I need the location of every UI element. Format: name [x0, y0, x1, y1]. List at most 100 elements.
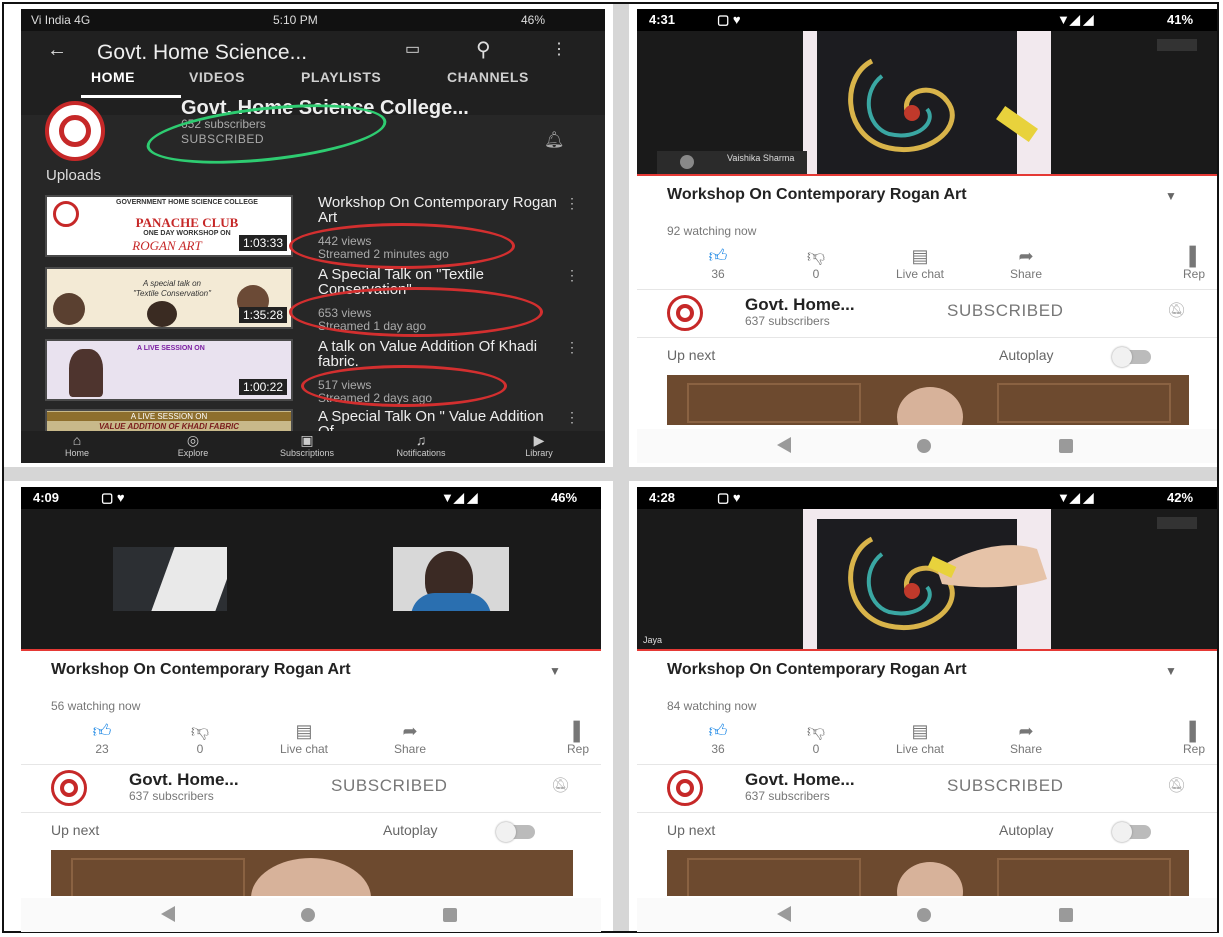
expand-description-icon[interactable]: ▼ [549, 664, 561, 678]
video-thumbnail[interactable]: A LIVE SESSION ON 1:00:22 [45, 339, 293, 401]
nav-notifications[interactable]: ♫ Notifications [381, 432, 461, 458]
share-button[interactable]: ➦ Share [993, 720, 1059, 756]
video-list-item[interactable]: A LIVE SESSION ON VALUE ADDITION OF KHAD… [45, 409, 585, 431]
report-label: Rep [1183, 742, 1206, 756]
more-menu-icon[interactable]: ⋮ [565, 195, 579, 212]
like-button[interactable]: 👍︎ 36 [685, 720, 751, 756]
report-button[interactable]: ▐ Rep [567, 720, 601, 756]
status-icons: ▢ ♥ [717, 12, 741, 27]
autoplay-label: Autoplay [383, 822, 438, 838]
video-player[interactable] [21, 509, 601, 649]
share-button[interactable]: ➦ Share [993, 245, 1059, 281]
expand-description-icon[interactable]: ▼ [1165, 189, 1177, 203]
autoplay-toggle[interactable] [1112, 822, 1151, 842]
up-next-thumbnail[interactable] [51, 850, 573, 896]
dislike-button[interactable]: 👎︎ 0 [783, 720, 849, 756]
recents-icon[interactable] [443, 908, 457, 922]
nav-home[interactable]: ⌂ Home [37, 432, 117, 458]
channel-name[interactable]: Govt. Home... [745, 295, 855, 315]
divider [637, 289, 1217, 290]
nav-explore[interactable]: ◎ Explore [153, 432, 233, 458]
video-player[interactable]: Jaya [637, 509, 1217, 649]
back-icon[interactable] [777, 437, 791, 453]
dislike-button[interactable]: 👎︎ 0 [167, 720, 233, 756]
divider [637, 812, 1217, 813]
thumbs-up-icon: 👍︎ [708, 721, 728, 741]
up-next-thumbnail[interactable] [667, 375, 1189, 425]
video-list-item[interactable]: A LIVE SESSION ON 1:00:22 A talk on Valu… [45, 339, 585, 409]
dislike-button[interactable]: 👎︎ 0 [783, 245, 849, 281]
home-circle-icon[interactable] [301, 908, 315, 922]
status-bar: 4:28 ▢ ♥ ▼◢ ◢ 42% [637, 487, 1217, 509]
tab-videos[interactable]: VIDEOS [189, 69, 245, 85]
home-circle-icon[interactable] [917, 908, 931, 922]
video-thumbnail[interactable]: GOVERNMENT HOME SCIENCE COLLEGE PANACHE … [45, 195, 293, 257]
status-bar: Vi India 4G 5:10 PM 46% [21, 9, 605, 31]
channel-logo[interactable] [45, 101, 105, 161]
back-icon[interactable] [161, 906, 175, 922]
divider [637, 764, 1217, 765]
subscribed-button[interactable]: SUBSCRIBED [947, 776, 1064, 796]
recents-icon[interactable] [1059, 439, 1073, 453]
signal-icons: ▼◢ ◢ [441, 490, 478, 505]
search-icon[interactable]: ⚲ [476, 37, 491, 62]
tab-home[interactable]: HOME [91, 69, 135, 85]
like-button[interactable]: 👍︎ 36 [685, 245, 751, 281]
nav-subscriptions[interactable]: ▣ Subscriptions [267, 432, 347, 458]
tab-channels[interactable]: CHANNELS [447, 69, 529, 85]
more-menu-icon[interactable]: ⋮ [565, 267, 579, 284]
recents-icon[interactable] [1059, 908, 1073, 922]
video-thumbnail[interactable]: A special talk on "Textile Conservation"… [45, 267, 293, 329]
red-annotation-circle [301, 365, 507, 407]
cast-icon[interactable]: ▭ [405, 39, 420, 59]
video-title[interactable]: A Special Talk On " Value Addition Of [318, 409, 558, 431]
video-duration: 1:00:22 [238, 379, 287, 395]
back-icon[interactable] [777, 906, 791, 922]
participant-body [411, 593, 491, 611]
live-chat-button[interactable]: ▤ Live chat [887, 720, 953, 756]
system-navigation-bar [637, 429, 1217, 463]
channel-name[interactable]: Govt. Home... [745, 770, 855, 790]
nav-library[interactable]: ▶ Library [499, 432, 579, 458]
autoplay-toggle[interactable] [496, 822, 535, 842]
report-button[interactable]: ▐ Rep [1183, 245, 1217, 281]
up-next-label: Up next [51, 822, 100, 838]
video-player[interactable]: Vaishika Sharma [637, 31, 1217, 174]
channel-logo[interactable] [51, 770, 87, 806]
participant-tile [393, 547, 509, 611]
share-label: Share [1009, 267, 1043, 281]
home-circle-icon[interactable] [917, 439, 931, 453]
live-chat-button[interactable]: ▤ Live chat [271, 720, 337, 756]
channel-logo[interactable] [667, 770, 703, 806]
bell-off-icon[interactable]: 🔕︎ [1167, 776, 1186, 794]
autoplay-toggle[interactable] [1112, 347, 1151, 367]
bell-off-icon[interactable]: 🔕︎ [551, 776, 570, 794]
like-button[interactable]: 👍︎ 23 [69, 720, 135, 756]
up-next-thumbnail[interactable] [667, 850, 1189, 896]
horizontal-divider [4, 467, 1217, 481]
video-thumbnail[interactable]: A LIVE SESSION ON VALUE ADDITION OF KHAD… [45, 409, 293, 431]
channel-logo[interactable] [667, 295, 703, 331]
video-title[interactable]: Workshop On Contemporary Rogan Art [318, 195, 558, 225]
subscribed-button[interactable]: SUBSCRIBED [947, 301, 1064, 321]
tab-playlists[interactable]: PLAYLISTS [301, 69, 381, 85]
channel-name[interactable]: Govt. Home... [129, 770, 239, 790]
subscriber-count: 637 subscribers [745, 789, 830, 803]
share-button[interactable]: ➦ Share [377, 720, 443, 756]
bell-icon[interactable]: 🔔︎ [544, 130, 564, 150]
report-button[interactable]: ▐ Rep [1183, 720, 1217, 756]
battery-text: 42% [1167, 490, 1194, 505]
bell-off-icon[interactable]: 🔕︎ [1167, 301, 1186, 319]
phone-live-stream-1: 4:31 ▢ ♥ ▼◢ ◢ 41% Vaishika Sharma Worksh… [637, 9, 1217, 463]
live-chat-button[interactable]: ▤ Live chat [887, 245, 953, 281]
video-title[interactable]: A talk on Value Addition Of Khadi fabric… [318, 339, 558, 369]
more-menu-icon[interactable]: ⋮ [551, 39, 567, 59]
back-arrow-icon[interactable]: ← [47, 39, 67, 62]
more-menu-icon[interactable]: ⋮ [565, 409, 579, 426]
bottom-navigation: ⌂ Home ◎ Explore ▣ Subscriptions ♫ Notificat… [21, 431, 605, 463]
thumbnail-caption: ROGAN ART [132, 238, 202, 253]
subscribed-button[interactable]: SUBSCRIBED [331, 776, 448, 796]
powered-by-logo [1157, 39, 1197, 51]
expand-description-icon[interactable]: ▼ [1165, 664, 1177, 678]
more-menu-icon[interactable]: ⋮ [565, 339, 579, 356]
